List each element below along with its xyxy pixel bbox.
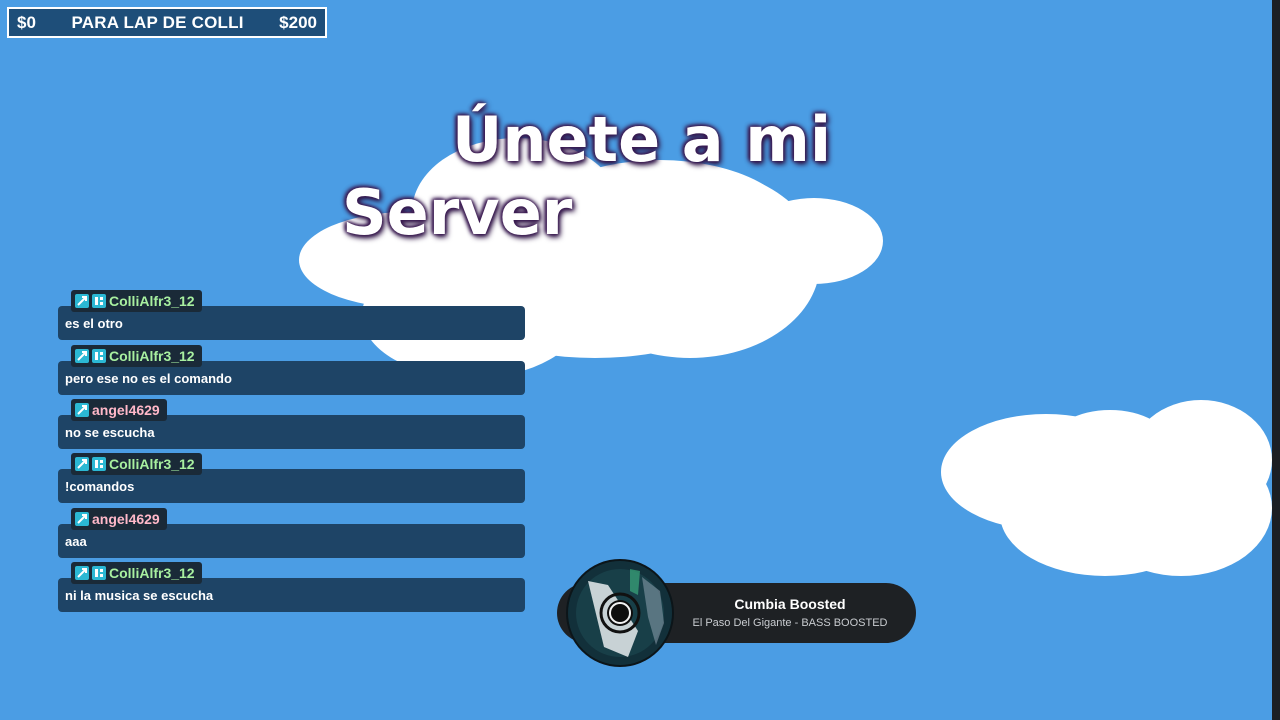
now-playing-subtitle: El Paso Del Gigante - BASS BOOSTED — [692, 617, 888, 629]
moderator-sword-icon — [75, 457, 89, 471]
chat-username: ColliAlfr3_12 — [109, 293, 195, 309]
chat-username-tag: ColliAlfr3_12 — [71, 290, 202, 312]
goal-title: PARA LAP DE COLLI — [71, 12, 244, 32]
vinyl-disc-icon — [568, 561, 672, 665]
donation-goal-bar: $0 PARA LAP DE COLLI $200 — [7, 7, 327, 38]
headline-line-2: Server — [342, 176, 573, 249]
chat-username-tag: ColliAlfr3_12 — [71, 562, 202, 584]
chat-username-tag: angel4629 — [71, 399, 167, 421]
chat-username: angel4629 — [92, 402, 160, 418]
moderator-sword-icon — [75, 403, 89, 417]
bot-badge-icon — [92, 294, 106, 308]
chat-username-tag: angel4629 — [71, 508, 167, 530]
chat-username-tag: ColliAlfr3_12 — [71, 345, 202, 367]
moderator-sword-icon — [75, 294, 89, 308]
now-playing-title: Cumbia Boosted — [734, 596, 846, 612]
bot-badge-icon — [92, 457, 106, 471]
chat-username: ColliAlfr3_12 — [109, 456, 195, 472]
goal-current: $0 — [17, 12, 36, 32]
chat-username: ColliAlfr3_12 — [109, 565, 195, 581]
moderator-sword-icon — [75, 566, 89, 580]
chat-message: ni la musica se escucha ColliAlfr3_12 — [58, 562, 525, 650]
chat-username-tag: ColliAlfr3_12 — [71, 453, 202, 475]
chat-username: ColliAlfr3_12 — [109, 348, 195, 364]
headline-line-1: Únete a mi — [452, 103, 832, 176]
bot-badge-icon — [92, 349, 106, 363]
bot-badge-icon — [92, 566, 106, 580]
moderator-sword-icon — [75, 349, 89, 363]
window-edge — [1272, 0, 1280, 720]
moderator-sword-icon — [75, 512, 89, 526]
goal-target: $200 — [279, 12, 317, 32]
chat-username: angel4629 — [92, 511, 160, 527]
